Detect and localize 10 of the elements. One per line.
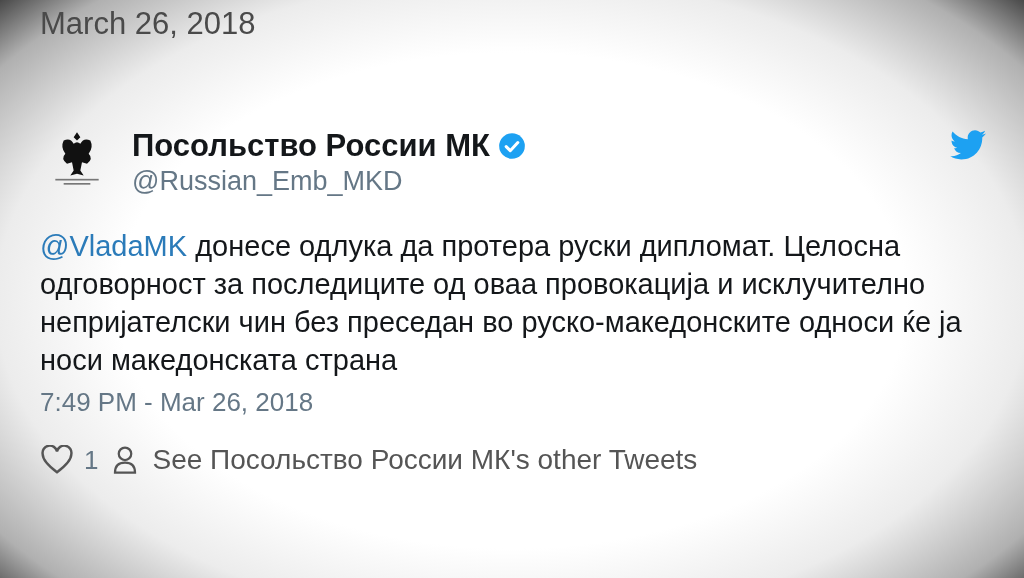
- other-tweets-link[interactable]: See Посольство России МК's other Tweets: [152, 444, 698, 476]
- tweet-text: @VladaMK донесе одлука да протера руски дипломат. Целосна одговорност за последиците од оваа провокација и исклучително непријателски чин без преседан во руско-македонските односи ќе ја носи македонската страна: [40, 229, 963, 378]
- author-name[interactable]: Посольство России МК: [132, 128, 490, 164]
- mention-link[interactable]: @VladaMK: [40, 230, 188, 262]
- like-count: 1: [84, 444, 99, 476]
- tweet-timestamp[interactable]: 7:49 PM - Mar 26, 2018: [40, 387, 314, 418]
- author-handle[interactable]: @Russian_Emb_MKD: [132, 166, 403, 197]
- person-icon: [112, 445, 139, 475]
- heart-icon[interactable]: [40, 445, 74, 475]
- page-date: March 26, 2018: [40, 6, 257, 42]
